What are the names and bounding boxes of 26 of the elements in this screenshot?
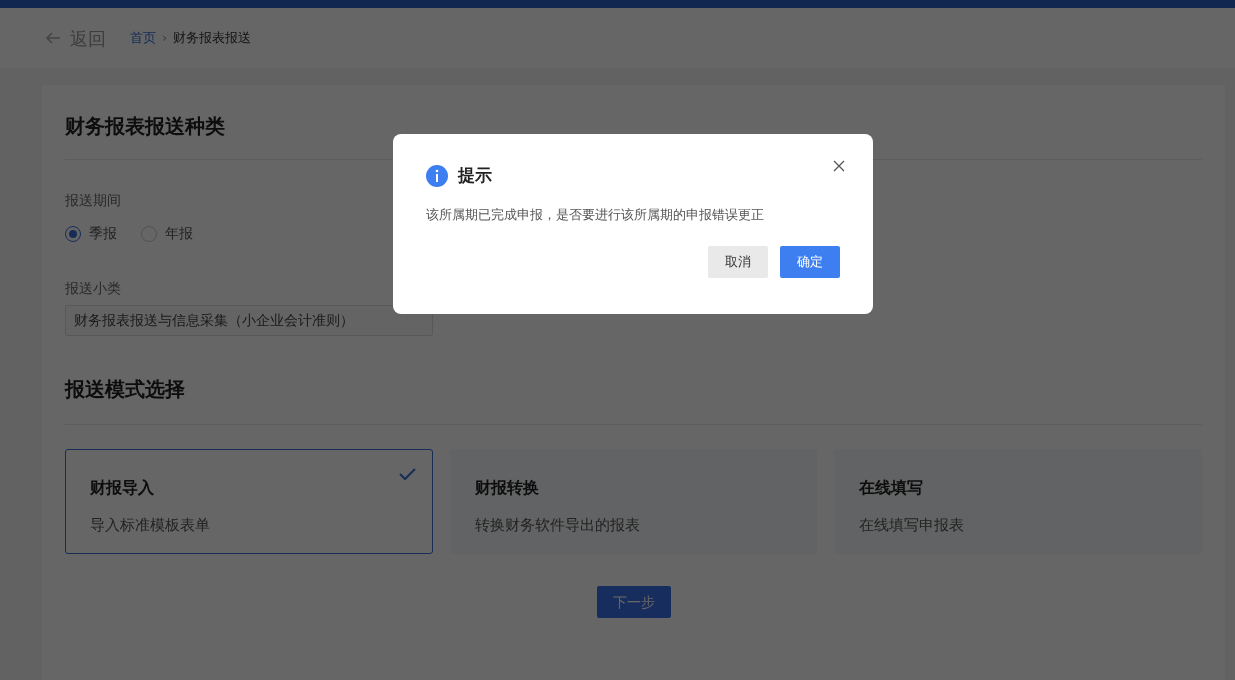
field-label: 报送小类 (65, 279, 122, 298)
radio-option[interactable]: 季报 (65, 223, 117, 244)
radio-option[interactable]: 年报 (141, 223, 193, 244)
mode-description: 转换财务软件导出的报表 (474, 515, 641, 536)
mode-description: 在线填写申报表 (859, 515, 966, 536)
mode-card[interactable]: 财报导入 导入标准模板表单 (65, 449, 433, 554)
mode-title: 财报转换 (474, 477, 540, 499)
checkmark-icon (398, 468, 416, 481)
mode-title: 在线填写 (859, 477, 925, 499)
input-field[interactable]: 财务报表报送与信息采集（小企业会计准则） (65, 305, 433, 336)
mode-card[interactable]: 在线填写 在线填写申报表 (834, 449, 1202, 554)
next-button[interactable]: 下一步 (596, 586, 671, 618)
field-label: 报送期间 (65, 191, 122, 210)
breadcrumb-separator: › (162, 29, 168, 48)
mode-title: 财报导入 (90, 477, 155, 499)
dialog-title: 提示 (458, 164, 492, 187)
dialog-message: 该所属期已完成申报，是否要进行该所属期的申报错误更正 (426, 205, 765, 224)
mode-description: 导入标准模板表单 (90, 515, 211, 536)
breadcrumb-current: 财务报表报送 (173, 29, 252, 48)
breadcrumb-link[interactable]: 首页 (130, 28, 156, 48)
mode-card[interactable]: 财报转换 转换财务软件导出的报表 (449, 449, 818, 554)
info-icon (426, 164, 448, 187)
close-icon[interactable] (833, 160, 845, 172)
cancel-button[interactable]: 取消 (708, 246, 768, 278)
confirm-button[interactable]: 确定 (780, 246, 840, 278)
section-title: 报送模式选择 (65, 374, 1202, 425)
